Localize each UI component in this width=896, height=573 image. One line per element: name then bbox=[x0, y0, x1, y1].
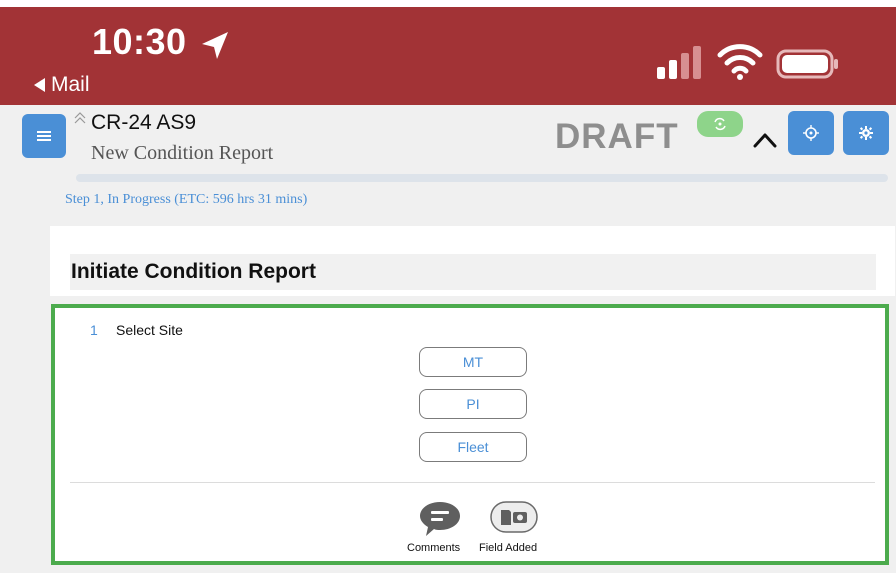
sync-status-badge[interactable] bbox=[697, 111, 743, 137]
location-arrow-icon bbox=[202, 32, 228, 59]
section-title-text: Initiate Condition Report bbox=[71, 260, 316, 283]
report-title: New Condition Report bbox=[91, 142, 274, 164]
bottom-strip bbox=[0, 568, 896, 573]
collapse-caret-icon[interactable] bbox=[752, 131, 778, 149]
battery-icon bbox=[776, 49, 838, 79]
top-crop-strip bbox=[0, 0, 896, 7]
draft-status-label: DRAFT bbox=[555, 117, 679, 156]
divider bbox=[70, 482, 875, 483]
comments-icon[interactable] bbox=[418, 500, 462, 538]
locate-button[interactable] bbox=[788, 111, 834, 155]
question-number: 1 bbox=[90, 322, 98, 338]
back-triangle-icon bbox=[34, 78, 45, 92]
ios-status-bar: 10:30 Mail bbox=[0, 7, 896, 105]
section-title: Initiate Condition Report bbox=[70, 254, 876, 290]
sync-icon bbox=[714, 117, 726, 131]
question-card: 1 Select Site MT PI Fleet Comments Field… bbox=[51, 304, 889, 565]
status-time: 10:30 bbox=[92, 21, 187, 62]
target-icon bbox=[803, 125, 819, 141]
progress-bar bbox=[76, 174, 888, 182]
option-button-mt[interactable]: MT bbox=[419, 347, 527, 377]
section-card: Initiate Condition Report bbox=[50, 226, 895, 296]
back-label: Mail bbox=[51, 73, 90, 96]
report-id: CR-24 AS9 bbox=[91, 111, 197, 134]
report-header: CR-24 AS9 New Condition Report DRAFT bbox=[0, 105, 896, 185]
comments-label: Comments bbox=[407, 542, 461, 554]
option-button-pi[interactable]: PI bbox=[419, 389, 527, 419]
back-to-mail-link[interactable]: Mail bbox=[34, 73, 90, 97]
field-added-label: Field Added bbox=[479, 542, 538, 554]
wifi-icon bbox=[717, 44, 763, 80]
question-label: Select Site bbox=[116, 322, 183, 338]
option-button-fleet[interactable]: Fleet bbox=[419, 432, 527, 462]
attachment-camera-icon[interactable] bbox=[489, 500, 539, 534]
cellular-signal-icon bbox=[657, 46, 701, 79]
gear-icon bbox=[859, 126, 873, 140]
menu-icon bbox=[37, 131, 51, 141]
double-chevron-up-icon[interactable] bbox=[72, 110, 88, 126]
menu-button[interactable] bbox=[22, 114, 66, 158]
step-status-text: Step 1, In Progress (ETC: 596 hrs 31 min… bbox=[65, 192, 308, 207]
settings-button[interactable] bbox=[843, 111, 889, 155]
